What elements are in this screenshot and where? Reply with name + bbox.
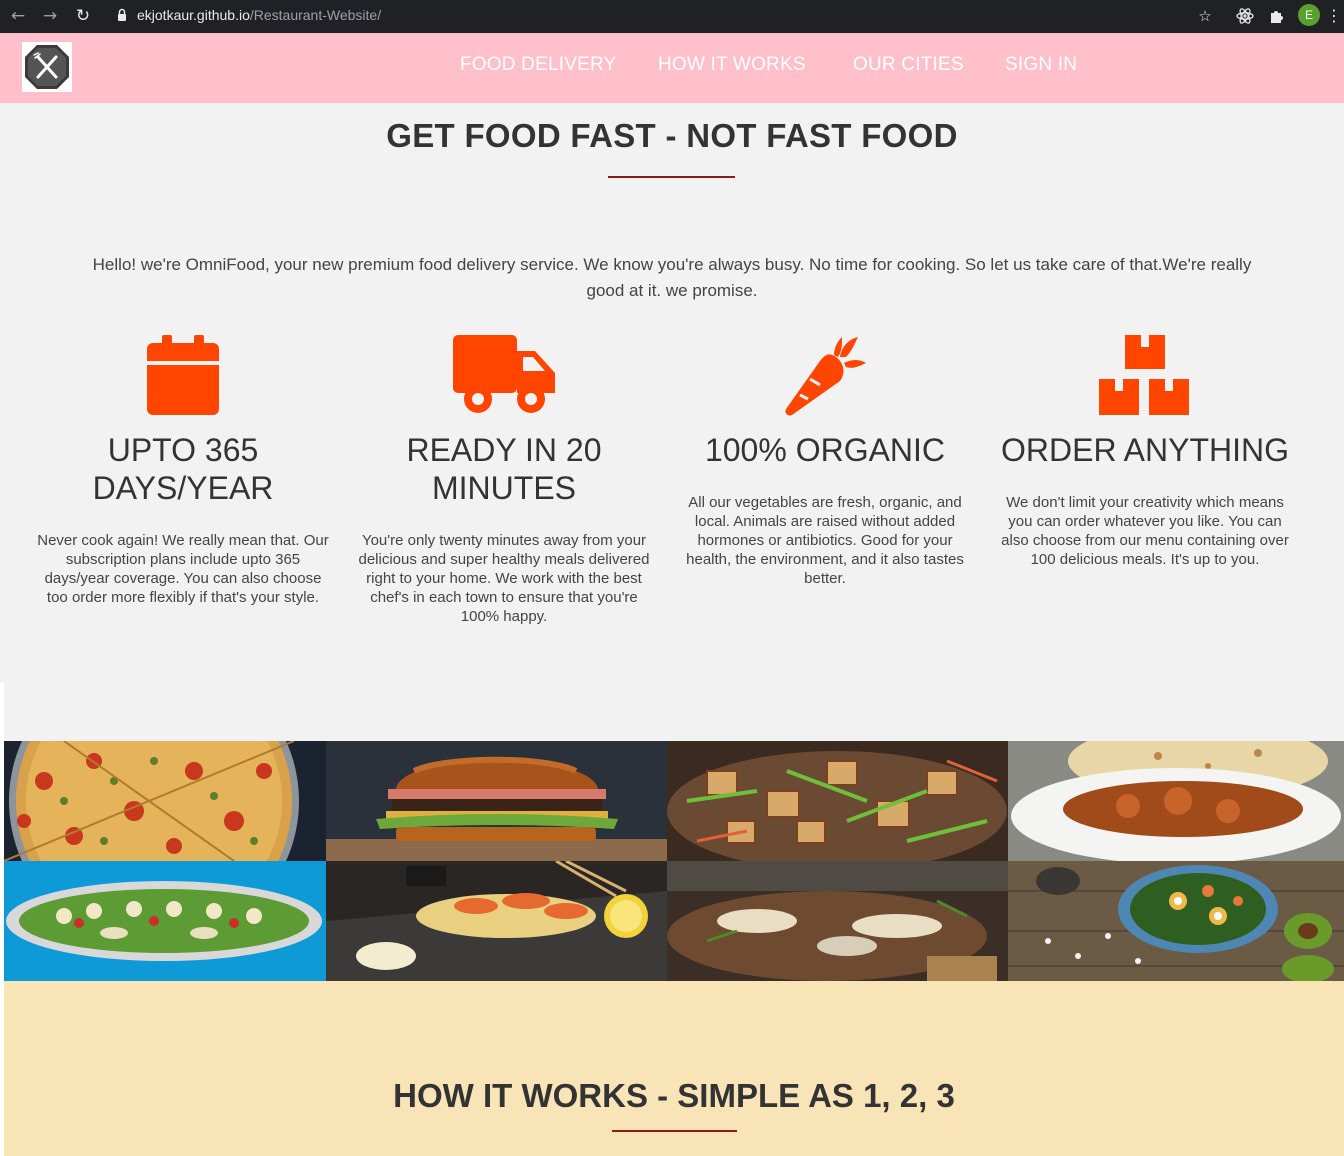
curry-naan-image	[1008, 741, 1344, 861]
title-divider	[608, 176, 735, 178]
truck-icon	[453, 335, 555, 413]
react-devtools-icon[interactable]	[1234, 5, 1256, 27]
gallery-spacer	[0, 683, 1344, 741]
reload-icon[interactable]: ↻	[71, 4, 95, 28]
how-it-works-title: HOW IT WORKS - SIMPLE AS 1, 2, 3	[393, 1077, 955, 1114]
address-bar[interactable]: ekjotkaur.github.io/Restaurant-Website/	[137, 7, 381, 23]
feature-card: ORDER ANYTHING We don't limit your creat…	[990, 333, 1300, 633]
pizza-image	[4, 741, 326, 861]
intro-text: Hello! we're OmniFood, your new premium …	[92, 255, 1252, 300]
feature-card: 100% ORGANIC All our vegetables are fres…	[670, 333, 980, 633]
feature-text: All our vegetables are fresh, organic, a…	[686, 494, 964, 587]
salad-platter-image	[4, 861, 326, 981]
logo[interactable]	[22, 42, 72, 92]
veggie-bowl-image	[1008, 861, 1344, 981]
fork-knife-icon	[25, 45, 69, 89]
site-header: FOOD DELIVERY HOW IT WORKS OUR CITIES SI…	[0, 33, 1344, 103]
feature-text: You're only twenty minutes away from you…	[358, 532, 650, 625]
back-icon[interactable]: ←	[6, 4, 30, 28]
forward-icon[interactable]: →	[38, 4, 62, 28]
how-divider	[612, 1130, 737, 1132]
features-section: GET FOOD FAST - NOT FAST FOOD Hello! we'…	[0, 103, 1344, 683]
lock-icon	[118, 8, 126, 21]
extensions-icon[interactable]	[1266, 5, 1288, 27]
star-icon[interactable]: ☆	[1194, 5, 1216, 27]
nav-food-delivery[interactable]: FOOD DELIVERY	[460, 54, 616, 76]
feature-title: 100% ORGANIC	[704, 432, 946, 468]
nav-sign-in[interactable]: SIGN IN	[1005, 54, 1077, 76]
calendar-icon	[147, 335, 219, 415]
feature-card: UPTO 365 DAYS/YEAR Never cook again! We …	[28, 333, 338, 633]
page-title: GET FOOD FAST - NOT FAST FOOD	[386, 117, 958, 154]
feature-card: READY IN 20 MINUTES You're only twenty m…	[349, 333, 659, 633]
feature-text: Never cook again! We really mean that. O…	[37, 532, 329, 606]
nav-how-it-works[interactable]: HOW IT WORKS	[658, 54, 806, 76]
feature-text: We don't limit your creativity which mea…	[1001, 494, 1289, 568]
boxes-icon	[1099, 335, 1189, 415]
shrimp-dish-image	[326, 861, 667, 981]
menu-icon[interactable]: ⋮	[1326, 5, 1342, 27]
url-host: ekjotkaur.github.io	[137, 7, 250, 23]
grilled-fish-image	[667, 861, 1008, 981]
how-it-works-section: HOW IT WORKS - SIMPLE AS 1, 2, 3	[4, 981, 1344, 1156]
feature-title: READY IN 20 MINUTES	[406, 432, 602, 506]
food-gallery	[4, 741, 1344, 981]
nav-our-cities[interactable]: OUR CITIES	[853, 54, 964, 76]
carrot-icon	[785, 337, 866, 416]
profile-avatar[interactable]: E	[1298, 4, 1320, 26]
feature-title: ORDER ANYTHING	[1000, 432, 1290, 468]
feature-title: UPTO 365 DAYS/YEAR	[92, 432, 274, 506]
url-path: /Restaurant-Website/	[249, 7, 382, 23]
burger-image	[326, 741, 667, 861]
browser-toolbar: ← → ↻ ekjotkaur.github.io/Restaurant-Web…	[0, 0, 1344, 33]
tofu-stirfry-image	[667, 741, 1008, 861]
